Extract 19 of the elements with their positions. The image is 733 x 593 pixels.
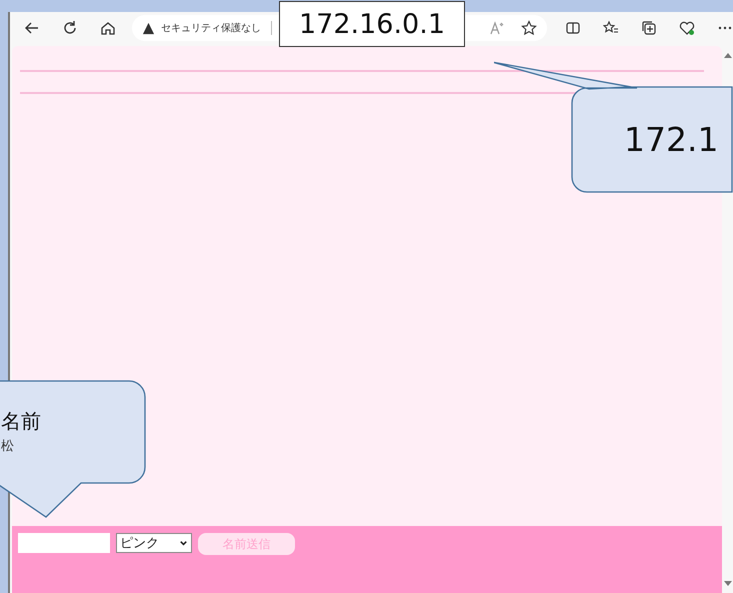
- security-label: セキュリティ保護なし: [161, 22, 261, 35]
- color-select[interactable]: ピンク: [116, 533, 192, 553]
- caret-icon: [179, 538, 188, 548]
- home-icon[interactable]: [100, 20, 116, 36]
- scroll-up-icon[interactable]: [724, 52, 732, 58]
- back-icon[interactable]: [24, 20, 40, 36]
- callout-text: 172.1: [624, 120, 718, 159]
- address-label: 172.16.0.1: [279, 1, 465, 47]
- refresh-icon[interactable]: [62, 20, 78, 36]
- split-screen-icon[interactable]: [565, 20, 581, 36]
- callout-title: 名前: [1, 408, 41, 435]
- scroll-down-icon[interactable]: [724, 581, 732, 587]
- read-aloud-icon[interactable]: [489, 20, 505, 36]
- favorite-star-icon[interactable]: [521, 20, 537, 36]
- heart-pulse-icon[interactable]: [679, 20, 695, 36]
- warning-icon: [142, 22, 155, 34]
- collections-icon[interactable]: [641, 20, 657, 36]
- callout-subtitle: 松: [1, 438, 14, 455]
- name-input-field[interactable]: [18, 533, 110, 553]
